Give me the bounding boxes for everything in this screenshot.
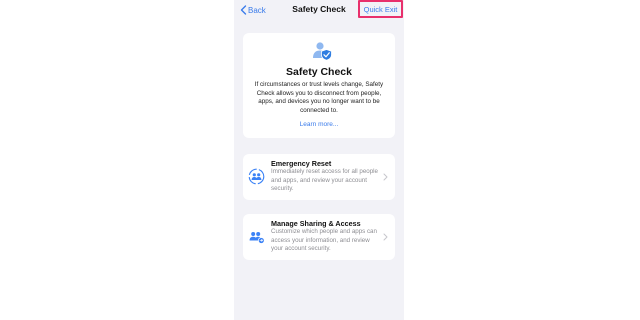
nav-bar: Back Safety Check Quick Exit <box>234 0 404 22</box>
people-manage-icon <box>249 232 265 244</box>
people-reset-icon <box>248 168 265 185</box>
manage-sharing-option[interactable]: Manage Sharing & Access Customize which … <box>243 214 395 260</box>
learn-more-link[interactable]: Learn more... <box>243 121 395 128</box>
back-button[interactable]: Back <box>240 3 266 17</box>
manage-sharing-description: Customize which people and apps can acce… <box>271 228 377 252</box>
person-shield-icon <box>313 42 332 61</box>
phone-screen: Back Safety Check Quick Exit Safety Chec… <box>234 0 404 320</box>
manage-sharing-title: Manage Sharing & Access <box>271 219 361 228</box>
safety-check-card: Safety Check If circumstances or trust l… <box>243 33 395 138</box>
emergency-reset-option[interactable]: Emergency Reset Immediately reset access… <box>243 154 395 200</box>
emergency-reset-title: Emergency Reset <box>271 159 332 168</box>
safety-check-description: If circumstances or trust levels change,… <box>254 81 384 114</box>
back-label: Back <box>248 5 266 15</box>
chevron-right-icon <box>383 233 388 241</box>
emergency-reset-description: Immediately reset access for all people … <box>271 168 378 192</box>
quick-exit-button[interactable]: Quick Exit <box>358 0 403 18</box>
chevron-right-icon <box>383 173 388 181</box>
safety-check-title: Safety Check <box>286 66 352 78</box>
chevron-left-icon <box>240 5 247 15</box>
